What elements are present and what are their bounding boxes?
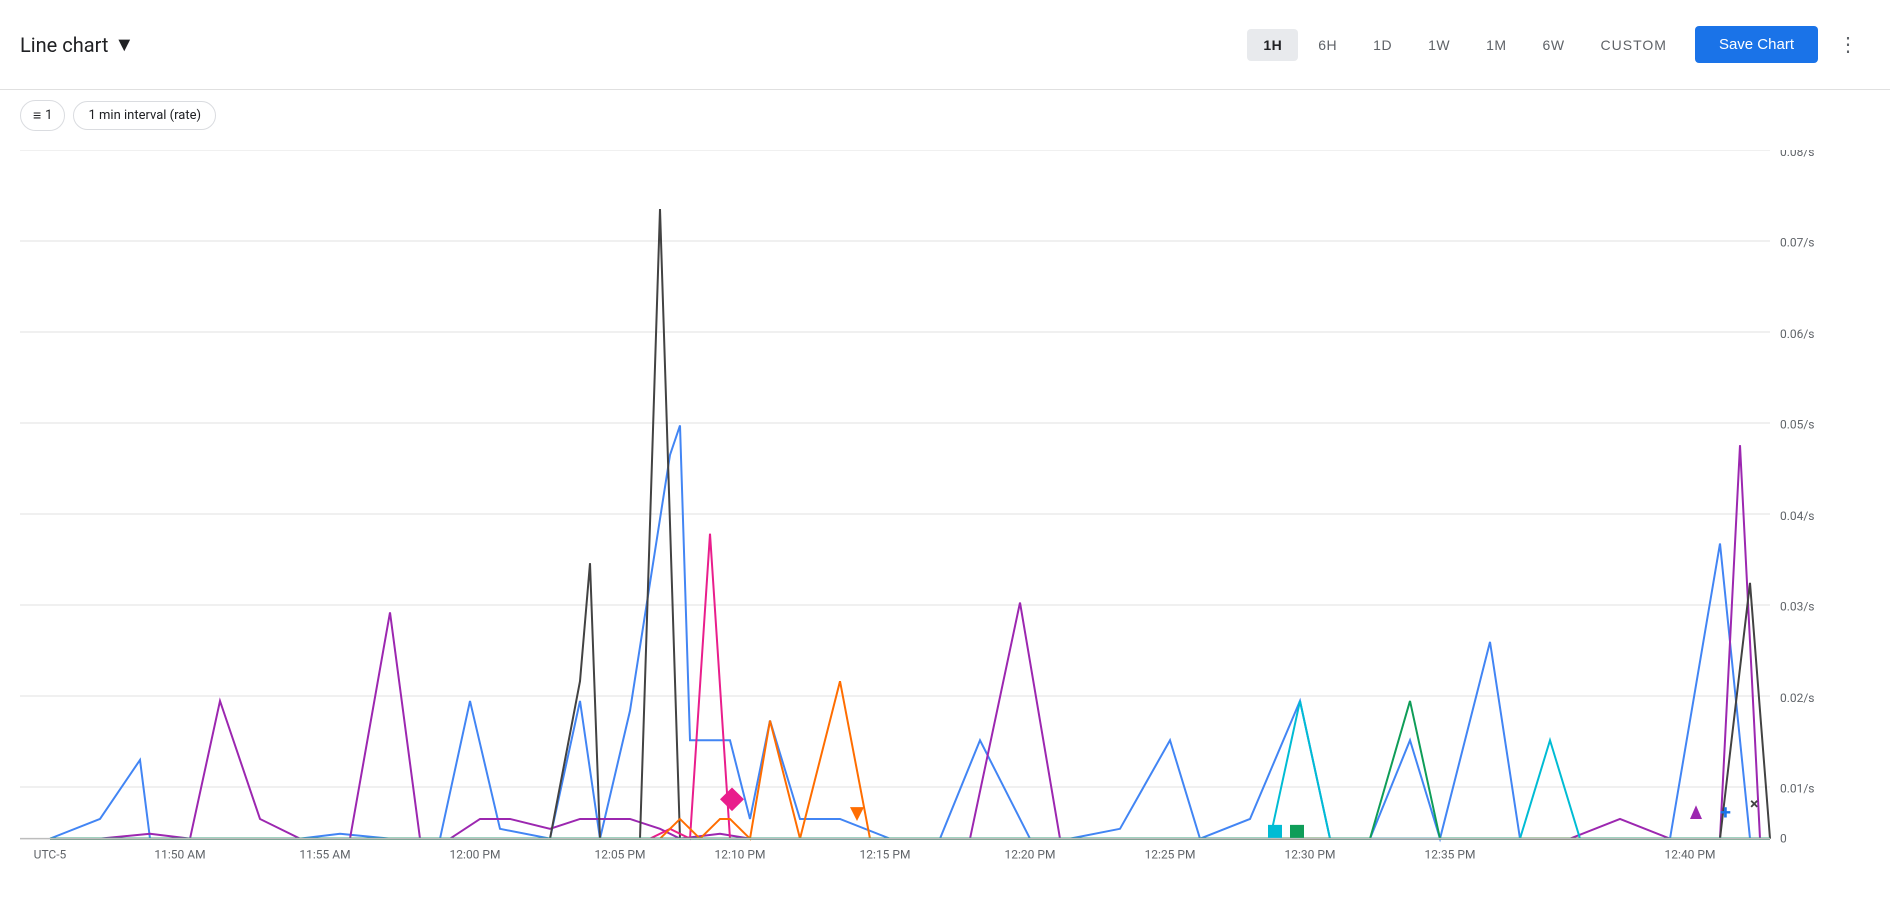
svg-text:11:50 AM: 11:50 AM (154, 847, 205, 861)
time-btn-1d[interactable]: 1D (1357, 29, 1408, 61)
filter-chip[interactable]: ≡ 1 (20, 100, 65, 131)
chart-title-dropdown[interactable]: Line chart ▼ (20, 32, 134, 57)
chart-container: + × UTC-5 11:50 AM 11:55 AM 12:00 PM 12:… (0, 140, 1890, 918)
svg-text:0.03/s: 0.03/s (1780, 600, 1815, 614)
chart-area: + × UTC-5 11:50 AM 11:55 AM 12:00 PM 12:… (20, 150, 1830, 878)
interval-label: 1 min interval (rate) (88, 108, 201, 123)
sub-header: ≡ 1 1 min interval (rate) (0, 90, 1890, 140)
header: Line chart ▼ 1H 6H 1D 1W 1M 6W CUSTOM Sa… (0, 0, 1890, 90)
svg-text:12:40 PM: 12:40 PM (1665, 847, 1716, 861)
save-chart-button[interactable]: Save Chart (1695, 26, 1818, 63)
svg-text:11:55 AM: 11:55 AM (299, 847, 350, 861)
svg-text:0.06/s: 0.06/s (1780, 327, 1815, 341)
dropdown-arrow-icon: ▼ (114, 32, 134, 57)
square-marker-green (1290, 825, 1304, 839)
interval-chip[interactable]: 1 min interval (rate) (73, 101, 216, 130)
svg-text:0.04/s: 0.04/s (1780, 509, 1815, 523)
svg-text:0.07/s: 0.07/s (1780, 236, 1815, 250)
time-btn-1m[interactable]: 1M (1470, 29, 1522, 61)
svg-text:12:35 PM: 12:35 PM (1425, 847, 1476, 861)
plus-marker: + (1720, 801, 1731, 824)
svg-text:0.01/s: 0.01/s (1780, 782, 1815, 796)
x-marker: × (1750, 794, 1758, 813)
svg-text:0.05/s: 0.05/s (1780, 418, 1815, 432)
svg-text:12:15 PM: 12:15 PM (860, 847, 911, 861)
svg-text:12:05 PM: 12:05 PM (595, 847, 646, 861)
svg-text:0.02/s: 0.02/s (1780, 691, 1815, 705)
time-btn-1h[interactable]: 1H (1247, 29, 1298, 61)
time-btn-1w[interactable]: 1W (1412, 29, 1466, 61)
chart-title-text: Line chart (20, 33, 108, 57)
svg-text:0: 0 (1780, 832, 1787, 846)
svg-text:12:25 PM: 12:25 PM (1145, 847, 1196, 861)
triangle-down-marker (850, 807, 864, 821)
time-btn-6h[interactable]: 6H (1302, 29, 1353, 61)
filter-icon: ≡ (33, 107, 41, 124)
time-controls: 1H 6H 1D 1W 1M 6W CUSTOM Save Chart ⋮ (1247, 24, 1870, 65)
svg-text:12:10 PM: 12:10 PM (715, 847, 766, 861)
svg-text:12:30 PM: 12:30 PM (1285, 847, 1336, 861)
filter-label: 1 (45, 108, 52, 123)
svg-text:12:20 PM: 12:20 PM (1005, 847, 1056, 861)
chart-svg: + × UTC-5 11:50 AM 11:55 AM 12:00 PM 12:… (20, 150, 1830, 878)
more-options-button[interactable]: ⋮ (1826, 24, 1870, 65)
diamond-marker (720, 787, 744, 811)
svg-text:UTC-5: UTC-5 (34, 847, 67, 861)
time-btn-custom[interactable]: CUSTOM (1585, 29, 1683, 61)
svg-text:0.08/s: 0.08/s (1780, 150, 1815, 159)
time-btn-6w[interactable]: 6W (1527, 29, 1581, 61)
triangle-up-marker (1690, 805, 1702, 819)
square-marker-teal (1268, 825, 1282, 839)
svg-text:12:00 PM: 12:00 PM (450, 847, 501, 861)
